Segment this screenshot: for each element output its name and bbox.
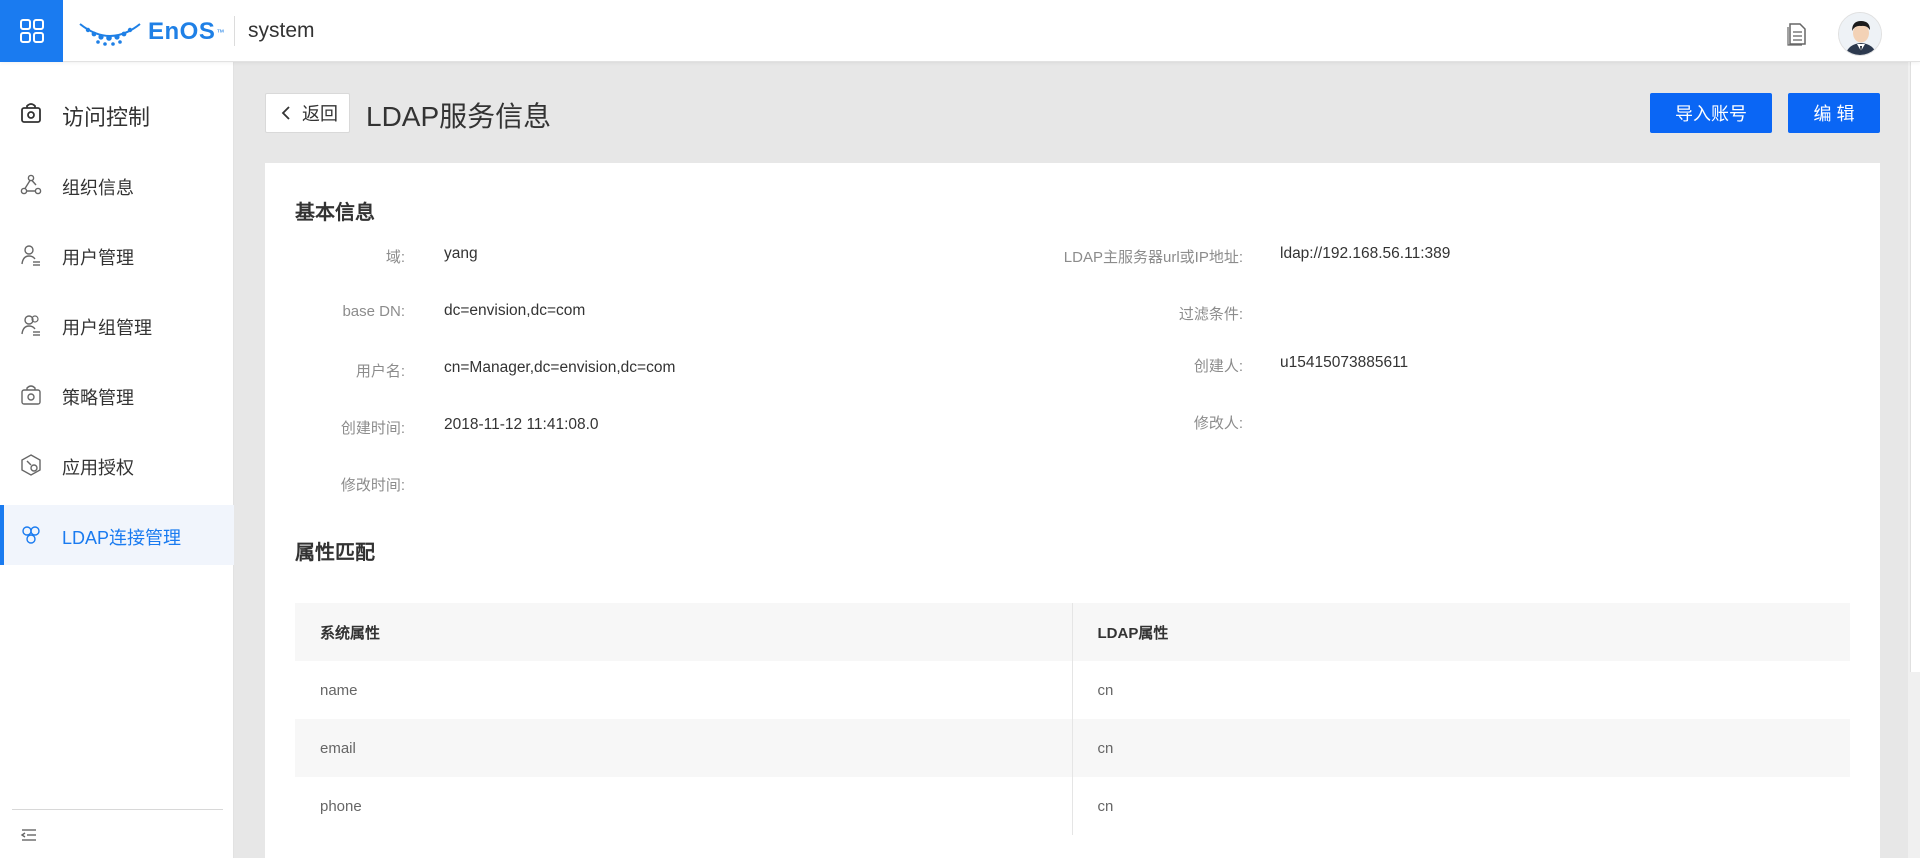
- back-button[interactable]: 返回: [265, 93, 350, 133]
- field-label-filter: 过滤条件:: [1178, 306, 1243, 323]
- field-label-created-time: 创建时间:: [340, 420, 405, 437]
- table-cell: name: [295, 661, 1073, 719]
- sidebar-item-app-authorization[interactable]: 应用授权: [0, 435, 234, 495]
- table-row: phone cn: [295, 777, 1850, 835]
- sidebar-item-label: 用户管理: [62, 248, 134, 268]
- user-group-icon: [21, 315, 40, 336]
- sidebar-header-label: 访问控制: [62, 105, 151, 130]
- app-launcher-button[interactable]: [0, 0, 63, 62]
- table-cell: cn: [1097, 797, 1114, 815]
- attribute-mapping-title: 属性匹配: [295, 542, 375, 564]
- field-label-modified-time: 修改时间:: [340, 477, 405, 494]
- field-label-creator: 创建人:: [1193, 358, 1243, 375]
- sidebar-item-label: 用户组管理: [62, 318, 152, 338]
- avatar-icon: [1839, 13, 1881, 55]
- table-row: email cn: [295, 719, 1850, 777]
- sidebar: 访问控制 组织信息 用户管理 用户组管理 策略管理 应用授权 LDAP连接管理: [0, 62, 234, 858]
- field-value-ldap-url: ldap://192.168.56.11:389: [1280, 245, 1451, 262]
- field-label-domain: 域:: [385, 249, 405, 266]
- field-value-username: cn=Manager,dc=envision,dc=com: [444, 359, 676, 376]
- enos-logo[interactable]: EnOS ™: [78, 17, 224, 47]
- sidebar-item-org-info[interactable]: 组织信息: [0, 155, 234, 215]
- table-row: name cn: [295, 661, 1850, 719]
- back-button-label: 返回: [302, 104, 338, 124]
- field-value-base-dn: dc=envision,dc=com: [444, 302, 586, 319]
- user-icon: [21, 245, 40, 266]
- page-scrollbar-thumb[interactable]: [1910, 62, 1920, 672]
- top-bar: EnOS ™ system: [0, 0, 1920, 62]
- sidebar-item-label: LDAP连接管理: [62, 528, 182, 548]
- ldap-icon: [22, 526, 40, 544]
- field-label-base-dn: base DN:: [342, 303, 405, 320]
- page-title: LDAP服务信息: [366, 101, 552, 132]
- enos-logo-icon: [79, 23, 141, 46]
- sidebar-item-policy-management[interactable]: 策略管理: [0, 365, 234, 425]
- document-icon[interactable]: [1786, 22, 1808, 46]
- sidebar-item-label: 应用授权: [62, 458, 134, 478]
- basic-info-title: 基本信息: [295, 202, 375, 224]
- column-header-system-attribute: 系统属性: [295, 603, 1073, 661]
- import-accounts-button[interactable]: 导入账号: [1650, 93, 1772, 133]
- header-divider: [234, 16, 235, 46]
- logo-text: EnOS: [148, 18, 216, 45]
- edit-button[interactable]: 编 辑: [1788, 93, 1880, 133]
- table-header-row: 系统属性 LDAP属性: [295, 603, 1850, 661]
- column-header-ldap-attribute: LDAP属性: [1097, 624, 1169, 642]
- sidebar-divider: [12, 809, 223, 810]
- field-value-creator: u15415073885611: [1280, 354, 1409, 371]
- access-control-icon: [21, 103, 41, 123]
- field-value-created-time: 2018-11-12 11:41:08.0: [444, 416, 599, 433]
- attribute-mapping-table: 系统属性 LDAP属性 name cn email cn phone cn: [295, 603, 1850, 835]
- user-avatar[interactable]: [1838, 12, 1882, 56]
- field-label-modifier: 修改人:: [1193, 415, 1243, 432]
- table-cell: cn: [1097, 739, 1114, 757]
- chevron-left-icon: [281, 106, 290, 120]
- table-cell: email: [295, 719, 1073, 777]
- table-cell: cn: [1097, 681, 1114, 699]
- collapse-sidebar-icon[interactable]: [20, 826, 38, 844]
- sidebar-item-user-management[interactable]: 用户管理: [0, 225, 234, 285]
- field-label-ldap-url: LDAP主服务器url或IP地址:: [1063, 249, 1243, 266]
- app-name: system: [248, 19, 315, 42]
- org-icon: [20, 174, 42, 195]
- logo-trademark: ™: [216, 27, 225, 37]
- field-label-username: 用户名:: [355, 363, 405, 380]
- app-auth-icon: [21, 454, 41, 476]
- sidebar-header: 访问控制: [0, 90, 234, 136]
- sidebar-item-label: 组织信息: [62, 178, 134, 198]
- field-value-domain: yang: [444, 245, 478, 262]
- grid-icon: [19, 19, 44, 43]
- table-cell: phone: [295, 777, 1073, 835]
- sidebar-item-label: 策略管理: [62, 388, 134, 408]
- sidebar-item-user-group-management[interactable]: 用户组管理: [0, 295, 234, 355]
- sidebar-item-ldap-management[interactable]: LDAP连接管理: [0, 505, 234, 565]
- policy-icon: [21, 385, 41, 405]
